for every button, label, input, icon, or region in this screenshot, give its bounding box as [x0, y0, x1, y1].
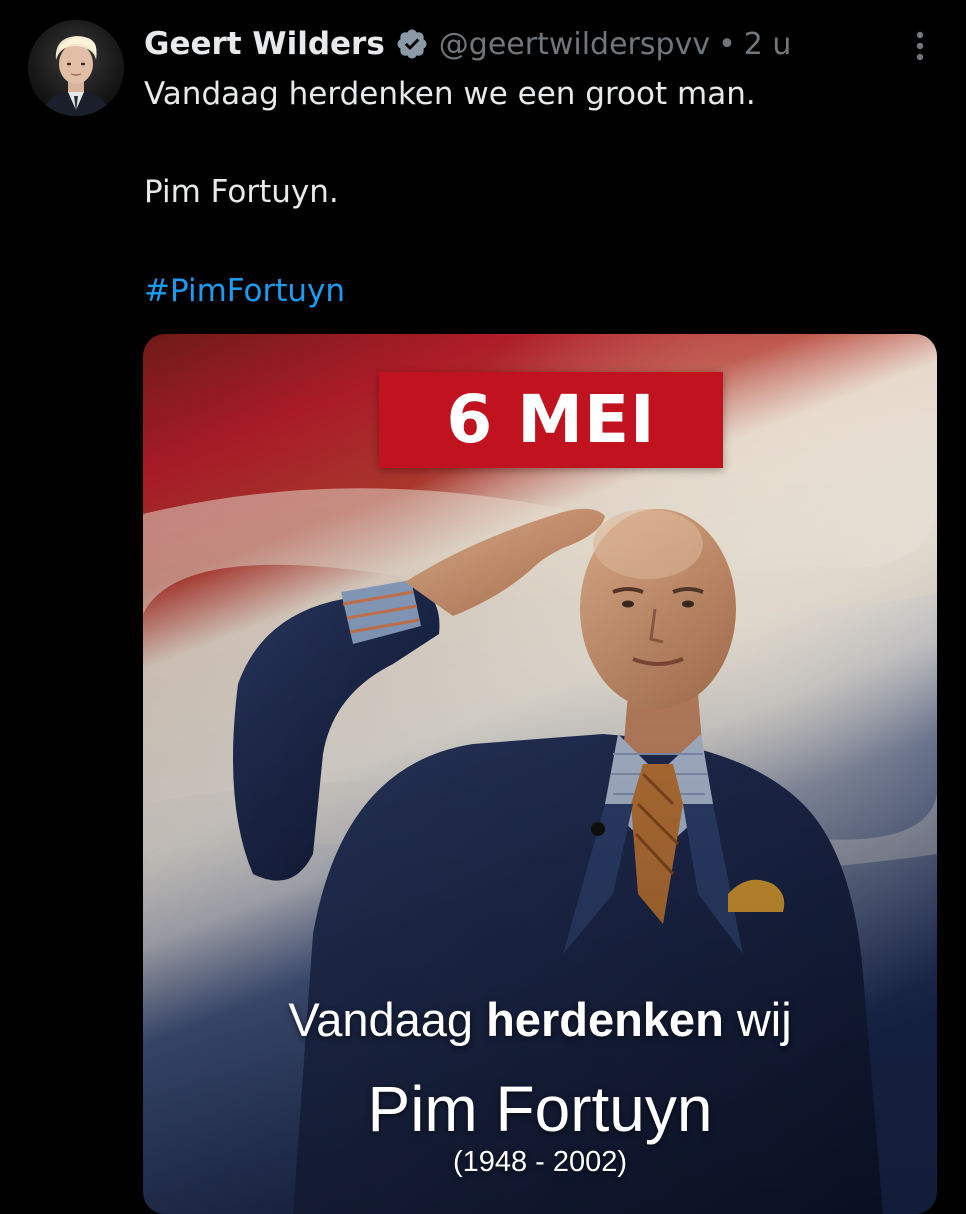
verified-badge-icon — [395, 27, 429, 61]
caption-years: (1948 - 2002) — [452, 1146, 628, 1178]
caption-line-1: Vandaag herdenken wij — [143, 992, 937, 1047]
caption-word-3: wij — [736, 993, 792, 1046]
tweet-text-line-2: Pim Fortuyn. — [144, 174, 339, 210]
tweet-text-line-1: Vandaag herdenken we een groot man. — [144, 76, 756, 112]
tweet-header: Geert Wilders @geertwilderspvv • 2 u — [144, 22, 791, 66]
hashtag-link[interactable]: #PimFortuyn — [144, 273, 345, 309]
avatar-photo — [28, 20, 124, 116]
caption-word-1: Vandaag — [288, 993, 474, 1046]
tweet[interactable]: Geert Wilders @geertwilderspvv • 2 u Van… — [0, 0, 966, 1214]
author-display-name[interactable]: Geert Wilders — [144, 26, 385, 62]
caption-word-2-bold: herdenken — [486, 993, 724, 1046]
more-options-icon[interactable] — [900, 26, 940, 66]
separator-dot: • — [718, 26, 736, 62]
avatar[interactable] — [28, 20, 124, 116]
author-handle[interactable]: @geertwilderspvv — [439, 27, 710, 62]
date-banner: 6 MEI — [379, 372, 723, 468]
tweet-media-image[interactable]: 6 MEI Vandaag herdenken wij Pim Fortuyn … — [143, 334, 937, 1214]
caption-name: Pim Fortuyn — [367, 1073, 713, 1145]
tweet-timestamp[interactable]: 2 u — [744, 27, 792, 62]
